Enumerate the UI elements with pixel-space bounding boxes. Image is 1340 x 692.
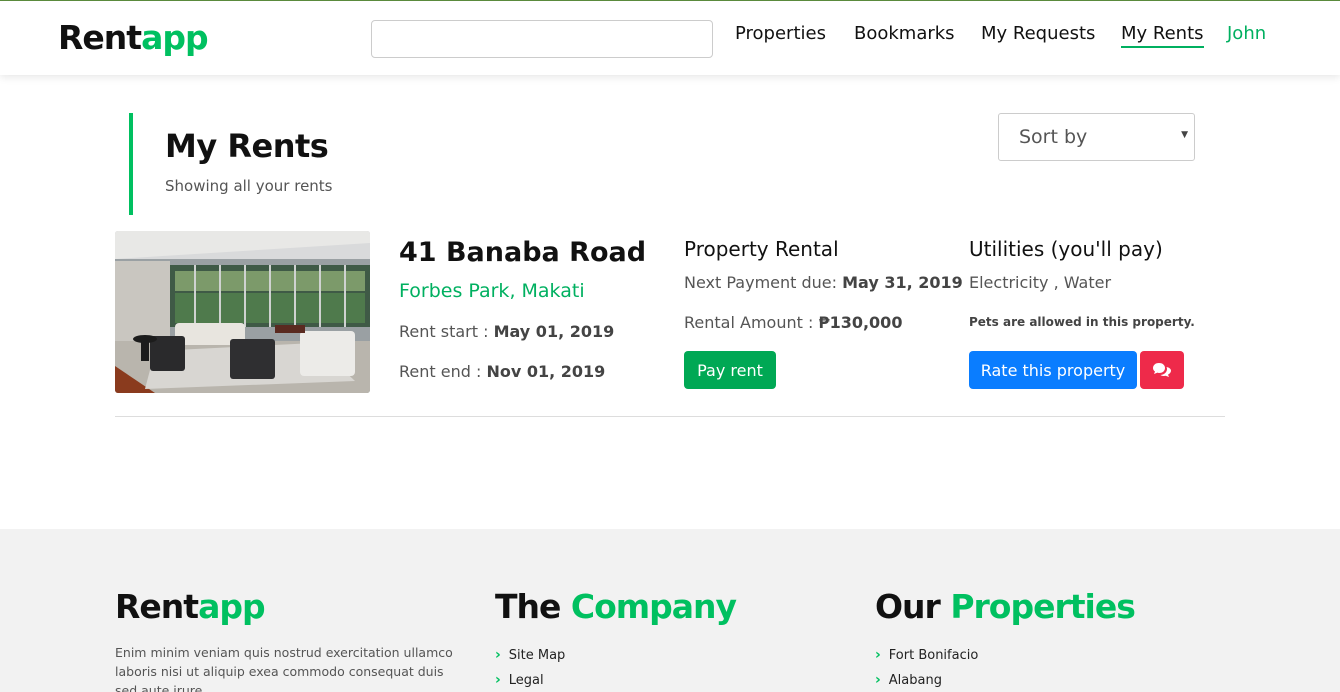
footer-about-text: Enim minim veniam quis nostrud exercitat… [115, 645, 453, 692]
nav-user-menu[interactable]: John [1227, 23, 1266, 44]
utilities-section-title: Utilities (you'll pay) [969, 237, 1163, 261]
footer-company-links: › Site Map › Legal [495, 643, 565, 692]
footer-link-alabang[interactable]: › Alabang [875, 668, 978, 692]
next-payment-due-value: May 31, 2019 [842, 273, 963, 292]
property-location: Forbes Park, Makati [399, 280, 585, 302]
rent-end: Rent end : Nov 01, 2019 [399, 362, 605, 381]
page-title: My Rents [165, 127, 329, 165]
footer-brand-part1: Rent [115, 587, 199, 626]
rent-end-label: Rent end : [399, 362, 482, 381]
rent-start-label: Rent start : [399, 322, 489, 341]
caret-down-icon: ▼ [1181, 130, 1188, 140]
footer-brand-part2: app [198, 587, 266, 626]
footer-link-site-map[interactable]: › Site Map [495, 643, 565, 668]
footer-link-label: Fort Bonifacio [888, 648, 979, 663]
next-payment-due: Next Payment due: May 31, 2019 [684, 273, 963, 292]
chevron-right-icon: › [875, 672, 881, 688]
footer-property-links: › Fort Bonifacio › Alabang [875, 643, 978, 692]
nav-bookmarks[interactable]: Bookmarks [854, 23, 955, 44]
footer-link-label: Alabang [888, 673, 942, 688]
message-button[interactable] [1140, 351, 1184, 389]
living-room-image [115, 231, 370, 393]
page-subtitle: Showing all your rents [165, 177, 333, 195]
footer-company-heading-part2: Company [570, 587, 737, 626]
footer-company-heading-part1: The [495, 587, 561, 626]
sort-select[interactable]: Sort by ▼ [998, 113, 1195, 161]
search-input[interactable] [371, 20, 713, 58]
footer-properties-heading: Our Properties [875, 587, 1136, 626]
next-payment-due-label: Next Payment due: [684, 273, 838, 292]
property-address[interactable]: 41 Banaba Road [399, 237, 646, 268]
chevron-right-icon: › [495, 672, 501, 688]
footer-company-heading: The Company [495, 587, 737, 626]
utilities-list: Electricity , Water [969, 273, 1112, 292]
rent-start-value: May 01, 2019 [493, 322, 615, 341]
rent-end-value: Nov 01, 2019 [486, 362, 606, 381]
footer-brand: Rentapp [115, 587, 266, 626]
footer-link-label: Site Map [508, 648, 566, 663]
footer-link-label: Legal [508, 673, 544, 688]
rental-amount: Rental Amount : ₱130,000 [684, 313, 902, 332]
pets-note: Pets are allowed in this property. [969, 315, 1195, 329]
payment-section-title: Property Rental [684, 237, 839, 261]
item-divider [115, 416, 1225, 417]
sort-select-label: Sort by [1019, 126, 1088, 148]
brand-logo-part2: app [141, 18, 209, 57]
brand-logo[interactable]: Rentapp [58, 18, 209, 57]
comments-icon [1153, 363, 1171, 377]
rent-start: Rent start : May 01, 2019 [399, 322, 614, 341]
footer-link-legal[interactable]: › Legal [495, 668, 565, 692]
footer: Rentapp Enim minim veniam quis nostrud e… [0, 529, 1340, 692]
rental-amount-value: ₱130,000 [818, 313, 903, 332]
rental-amount-label: Rental Amount : [684, 313, 814, 332]
property-photo[interactable] [115, 231, 370, 393]
footer-link-fort-bonifacio[interactable]: › Fort Bonifacio [875, 643, 978, 668]
nav-my-requests[interactable]: My Requests [981, 23, 1095, 44]
rate-property-button[interactable]: Rate this property [969, 351, 1137, 389]
brand-logo-part1: Rent [58, 18, 142, 57]
navbar: Rentapp Properties Bookmarks My Requests… [0, 0, 1340, 75]
page-header-accent-bar [129, 113, 133, 215]
footer-properties-heading-part2: Properties [950, 587, 1136, 626]
footer-properties-heading-part1: Our [875, 587, 941, 626]
pay-rent-button[interactable]: Pay rent [684, 351, 776, 389]
chevron-right-icon: › [495, 647, 501, 663]
nav-properties[interactable]: Properties [735, 23, 826, 44]
chevron-right-icon: › [875, 647, 881, 663]
nav-my-rents[interactable]: My Rents [1121, 23, 1204, 48]
